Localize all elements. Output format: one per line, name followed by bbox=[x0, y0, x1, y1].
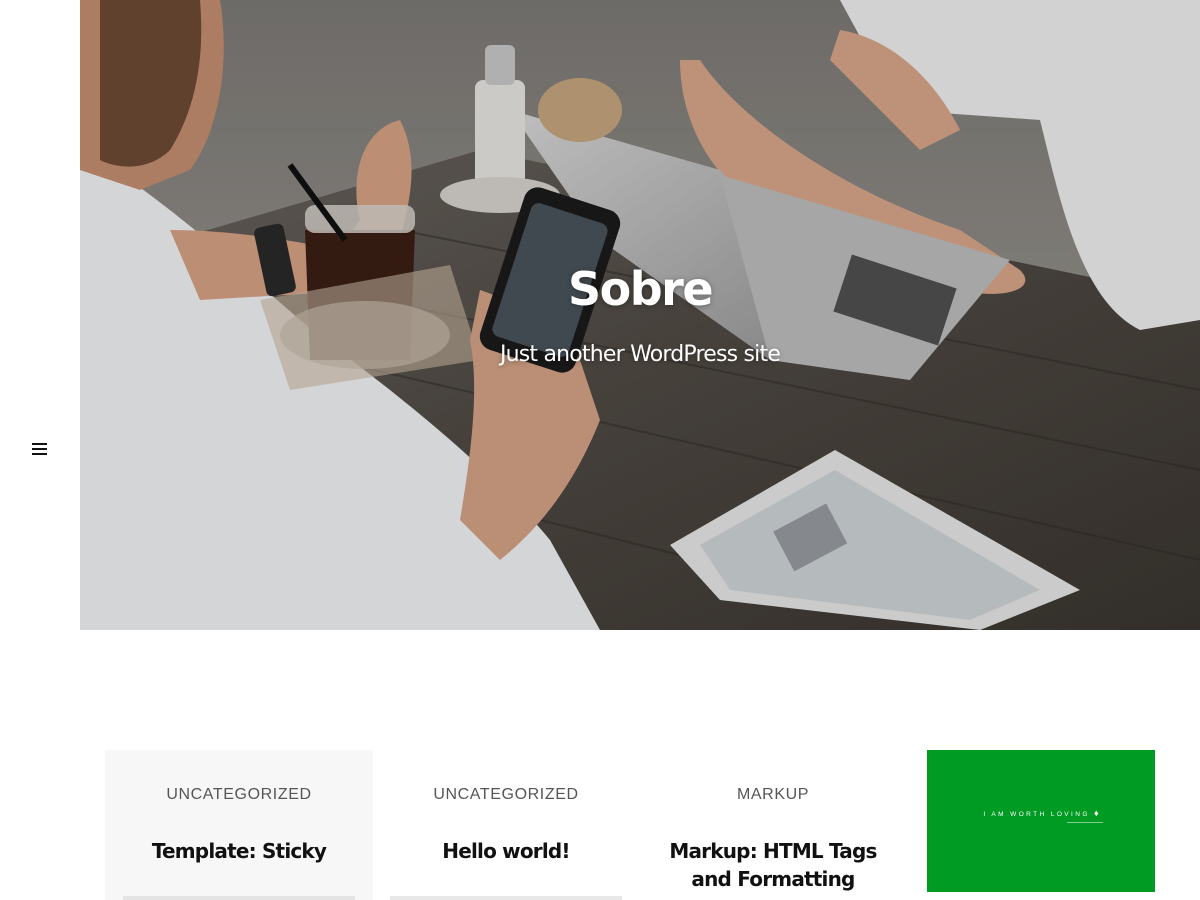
featured-image-card[interactable]: I AM WORTH LOVING ♦ bbox=[927, 750, 1155, 892]
post-category[interactable]: UNCATEGORIZED bbox=[105, 786, 373, 804]
featured-image-caption: I AM WORTH LOVING ♦ bbox=[927, 808, 1155, 818]
featured-image-text: I AM WORTH LOVING bbox=[983, 811, 1090, 818]
post-card[interactable]: UNCATEGORIZED Template: Sticky bbox=[105, 750, 373, 900]
post-card[interactable]: MARKUP Markup: HTML Tags and Formatting bbox=[639, 750, 907, 900]
post-title[interactable]: Template: Sticky bbox=[125, 837, 353, 865]
post-title[interactable]: Hello world! bbox=[392, 837, 620, 865]
diamond-icon: ♦ bbox=[1094, 808, 1099, 818]
post-card[interactable]: UNCATEGORIZED Hello world! bbox=[372, 750, 640, 900]
hero-header: Sobre Just another WordPress site bbox=[80, 0, 1200, 630]
posts-grid: UNCATEGORIZED Template: Sticky UNCATEGOR… bbox=[105, 750, 1155, 900]
post-category[interactable]: MARKUP bbox=[639, 786, 907, 804]
featured-image-underline bbox=[1067, 822, 1103, 823]
post-category[interactable]: UNCATEGORIZED bbox=[372, 786, 640, 804]
site-title[interactable]: Sobre bbox=[80, 262, 1200, 316]
post-title[interactable]: Markup: HTML Tags and Formatting bbox=[659, 837, 887, 893]
post-excerpt bbox=[390, 896, 622, 900]
post-excerpt bbox=[123, 896, 355, 900]
sidebar bbox=[0, 0, 80, 900]
site-tagline: Just another WordPress site bbox=[499, 342, 781, 367]
hero-text: Sobre Just another WordPress site bbox=[80, 0, 1200, 630]
hamburger-menu-icon[interactable] bbox=[30, 440, 50, 458]
